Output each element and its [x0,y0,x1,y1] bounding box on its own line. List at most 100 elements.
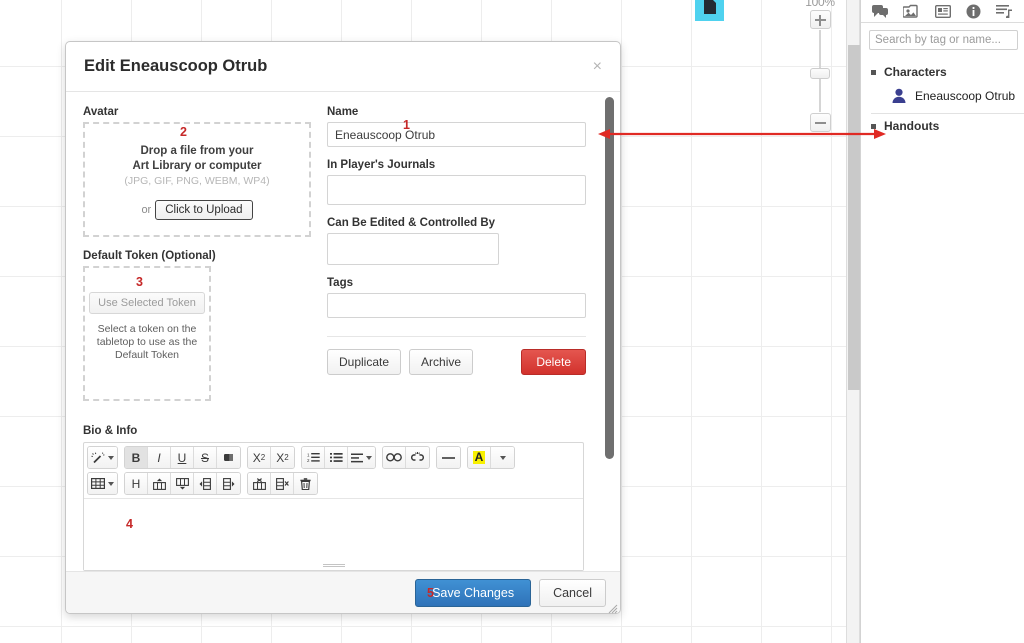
strikethrough-button[interactable]: S [194,447,217,468]
underline-button[interactable]: U [171,447,194,468]
sidebar-group-label: Characters [884,65,947,79]
text-highlight-button[interactable]: A [468,447,491,468]
insert-column-right-button[interactable] [217,473,240,494]
edit-character-dialog: Edit Eneauscoop Otrub × Avatar Drop a fi… [65,41,621,614]
avatar-or-label: or [141,204,152,216]
click-to-upload-button[interactable]: Click to Upload [155,200,253,220]
map-token[interactable] [695,0,724,21]
editor-toolbar-row-2: H [84,472,583,498]
handout-token-icon [703,0,716,14]
avatar-drop-line-2: Art Library or computer [132,160,262,172]
delete-column-button[interactable] [271,473,294,494]
name-label: Name [327,106,359,118]
dialog-resize-grip-icon[interactable] [608,601,618,614]
info-circle-icon[interactable] [963,2,985,20]
chevron-down-icon [108,481,114,486]
zoom-slider-thumb[interactable] [810,67,830,79]
annotation-marker-4: 4 [126,517,133,531]
archive-button[interactable]: Archive [409,349,474,375]
horizontal-rule-button[interactable] [437,447,460,468]
align-button[interactable] [348,447,375,468]
unordered-list-button[interactable] [325,447,348,468]
sidebar-search-wrapper [861,23,1024,56]
dialog-title: Edit Eneauscoop Otrub [84,57,268,75]
toolbar-group-lists: 12 [301,446,376,469]
avatar-drop-zone[interactable]: Drop a file from your Art Library or com… [83,122,311,237]
toolbar-group-table-structure: H [124,472,241,495]
page-scrollbar-thumb[interactable] [848,45,860,390]
journal-icon[interactable] [932,2,954,20]
default-token-help-line-1: Select a token on the [97,323,197,335]
delete-table-button[interactable] [294,473,317,494]
sidebar-item-label: Eneauscoop Otrub [915,88,1016,103]
collapse-bullet-icon [871,69,876,75]
zoom-level-label: 100% [805,0,835,9]
toolbar-group-table-insert [87,472,118,495]
chat-bubbles-icon[interactable] [870,2,892,20]
close-icon[interactable]: × [593,58,602,75]
search-input[interactable] [869,30,1018,50]
collections-list-icon[interactable] [994,2,1016,20]
superscript-button[interactable]: X2 [248,447,271,468]
highlight-a-glyph: A [472,450,486,464]
annotation-marker-1: 1 [403,118,410,132]
toolbar-group-text-format: B I U S [124,446,241,469]
default-token-drop-zone[interactable]: Use Selected Token Select a token on the… [83,266,211,401]
field-tags: Tags [327,277,586,318]
eraser-icon[interactable] [217,447,240,468]
sidebar-group-header-handouts[interactable]: Handouts [871,114,1024,138]
editor-resize-handle[interactable] [84,560,583,570]
delete-row-button[interactable] [248,473,271,494]
italic-button[interactable]: I [148,447,171,468]
sidebar-group-header-characters[interactable]: Characters [871,60,1024,84]
duplicate-button[interactable]: Duplicate [327,349,402,375]
page-vertical-scrollbar[interactable] [846,0,860,643]
dialog-scrollbar-thumb[interactable] [605,97,614,459]
art-library-icon[interactable] [901,2,923,20]
bold-button[interactable]: B [125,447,148,468]
table-header-button[interactable]: H [125,473,148,494]
ordered-list-button[interactable]: 12 [302,447,325,468]
name-input[interactable] [327,122,586,147]
sidebar-tab-bar [861,0,1024,23]
cancel-button[interactable]: Cancel [539,578,606,607]
resize-grip-icon [322,563,345,567]
svg-text:1: 1 [307,453,310,458]
default-token-help-line-2: tabletop to use as the [96,336,198,348]
tags-input[interactable] [327,293,586,318]
magic-wand-icon[interactable] [88,447,117,468]
insert-table-button[interactable] [88,473,117,494]
zoom-in-button[interactable] [809,10,831,29]
controlled-by-input[interactable] [327,233,499,265]
default-token-label: Default Token (Optional) [83,250,216,262]
dialog-scrollbar[interactable] [605,92,614,571]
avatar-supported-formats: (JPG, GIF, PNG, WEBM, WP4) [124,175,270,187]
insert-row-above-button[interactable] [148,473,171,494]
bio-editor-textarea[interactable] [84,498,583,560]
avatar-drop-line-1: Drop a file from your [140,145,254,157]
unlink-button[interactable] [406,447,429,468]
character-avatar-icon [891,88,907,103]
zoom-slider-widget[interactable]: 100% [800,0,840,132]
field-controlled-by: Can Be Edited & Controlled By [327,217,586,265]
chevron-down-icon [499,455,506,460]
chevron-down-icon [366,455,372,460]
insert-link-button[interactable] [383,447,406,468]
use-selected-token-button[interactable]: Use Selected Token [89,292,205,314]
subscript-button[interactable]: X2 [271,447,294,468]
toolbar-group-rule [436,446,461,469]
svg-text:2: 2 [307,458,310,463]
zoom-slider-track[interactable] [810,30,830,112]
player-journals-input[interactable] [327,175,586,205]
journals-label: In Player's Journals [327,159,436,171]
insert-row-below-button[interactable] [171,473,194,494]
toolbar-group-script: X2 X2 [247,446,295,469]
text-color-dropdown[interactable] [491,447,514,468]
bio-label: Bio & Info [83,425,138,437]
red-double-arrow [598,129,886,139]
dialog-footer: Save Changes Cancel [66,571,620,614]
delete-button[interactable]: Delete [521,349,586,375]
avatar-label: Avatar [83,106,119,118]
sidebar-item-eneauscoop-otrub[interactable]: Eneauscoop Otrub [871,84,1024,107]
insert-column-left-button[interactable] [194,473,217,494]
